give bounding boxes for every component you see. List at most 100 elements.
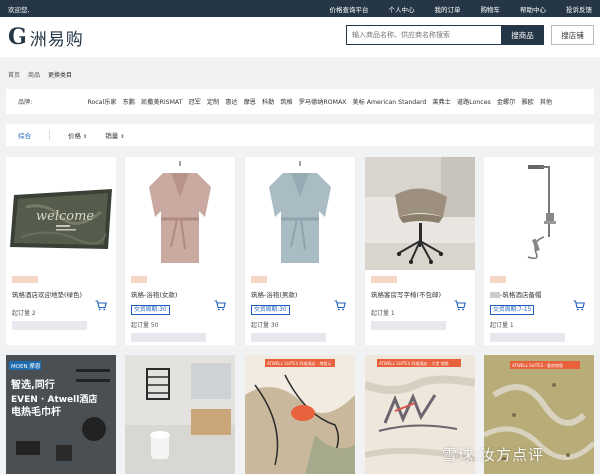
product-info: -筑格酒店备帽 交货周期:7-15 起订量 1 <box>484 270 594 345</box>
product-moq: 起订量 30 <box>251 322 279 329</box>
cart-icon[interactable] <box>95 300 107 311</box>
product-card[interactable]: 筑格-浴袍(男款) 交货周期:30 起订量 30 <box>245 157 355 345</box>
sort-sales-label: 销量 <box>105 132 119 140</box>
brand-option[interactable]: 东鹏 <box>123 97 135 106</box>
product-card[interactable]: MOEN 摩恩 智选,同行 EVEN · Atwell酒店 电热毛巾杆 <box>6 355 116 474</box>
search-bar: 搜商品 <box>346 25 544 45</box>
breadcrumb-home[interactable]: 首页 <box>8 70 20 79</box>
link-my-orders[interactable]: 我的订单 <box>435 4 461 14</box>
brand-option[interactable]: 道路Lonces <box>457 97 491 106</box>
bathroom-image <box>125 355 235 474</box>
blurred-tag <box>251 276 267 283</box>
robe-image <box>125 157 235 270</box>
watermark: 雪球:汝方点评 <box>442 446 545 464</box>
product-image[interactable] <box>484 157 594 270</box>
product-card[interactable]: ATWELL SUITES 阿维酒店 · 地毯元 <box>245 355 355 474</box>
product-info: 筑格客房写字椅(不包邮) 起订量 1 <box>365 270 475 345</box>
brand-option[interactable]: 其他 <box>540 97 552 106</box>
link-price-platform[interactable]: 价格查询平台 <box>330 4 369 14</box>
site-logo[interactable]: G 洲易购 <box>8 24 84 50</box>
product-name-text: -筑格酒店备帽 <box>500 291 542 299</box>
sort-price[interactable]: 价格 ⇕ <box>68 130 87 140</box>
brand-option[interactable]: 筑格 <box>280 97 292 106</box>
link-feedback[interactable]: 投诉反馈 <box>566 4 592 14</box>
product-card[interactable]: welcome 筑格酒店欢迎地垫(绿色) 起订量 2 <box>6 157 116 345</box>
product-image[interactable] <box>125 157 235 270</box>
blurred-prefix <box>490 292 500 298</box>
blurred-tag <box>12 276 38 283</box>
product-name[interactable]: 筑格-浴袍(女款) <box>131 289 229 299</box>
cart-icon[interactable] <box>454 300 466 311</box>
brand-option[interactable]: 摩恩 <box>244 97 256 106</box>
breadcrumb-change-category[interactable]: 更换类目 <box>48 70 72 79</box>
carpet-pattern-image: ATWELL SUITES 阿维酒店 · 地毯元 <box>245 355 355 474</box>
top-bar: 欢迎您, 价格查询平台 个人中心 我的订单 购物车 帮助中心 投诉反馈 <box>0 0 600 17</box>
sort-sales[interactable]: 销量 ⇕ <box>105 130 124 140</box>
product-info: 筑格-浴袍(女款) 交货周期:30 起订量 50 <box>125 270 235 345</box>
link-cart[interactable]: 购物车 <box>481 4 501 14</box>
brand-option[interactable]: 罗马德纳ROMAX <box>299 97 347 106</box>
blurred-tag <box>371 276 397 283</box>
brand-filter: 品牌: Rocal乐家 东鹏 凯撒美RISMAT 冠军 定制 惠达 摩恩 科勒 … <box>6 89 594 114</box>
blurred-price <box>490 333 565 342</box>
brand-option[interactable]: 美标 American Standard <box>352 97 426 106</box>
blurred-price <box>131 333 206 342</box>
brand-option[interactable]: 定制 <box>207 97 219 106</box>
sort-comprehensive[interactable]: 综合 <box>18 130 31 140</box>
brand-option[interactable]: 金螺尔 <box>497 97 516 106</box>
cart-icon[interactable] <box>214 300 226 311</box>
moen-banner-image: MOEN 摩恩 智选,同行 EVEN · Atwell酒店 电热毛巾杆 <box>6 355 116 474</box>
robe-image <box>245 157 355 270</box>
blurred-price <box>371 321 446 330</box>
doormat-image: welcome <box>6 157 116 270</box>
sort-bar: 综合 价格 ⇕ 销量 ⇕ <box>6 124 594 146</box>
brand-option[interactable]: 莱弗士 <box>432 97 451 106</box>
header: G 洲易购 搜商品 搜店铺 <box>0 17 600 57</box>
welcome-text: 欢迎您, <box>8 5 30 14</box>
product-card[interactable]: -筑格酒店备帽 交货周期:7-15 起订量 1 <box>484 157 594 345</box>
brand-option[interactable]: 冠军 <box>188 97 200 106</box>
moen-line2: EVEN · Atwell酒店 <box>11 393 97 405</box>
product-card[interactable]: 筑格-浴袍(女款) 交货周期:30 起订量 50 <box>125 157 235 345</box>
search-goods-button[interactable]: 搜商品 <box>501 25 544 45</box>
product-card[interactable]: 筑格客房写字椅(不包邮) 起订量 1 <box>365 157 475 345</box>
product-name[interactable]: 筑格-浴袍(男款) <box>251 289 349 299</box>
brand-option[interactable]: 惠达 <box>225 97 237 106</box>
brand-option[interactable]: 科勒 <box>262 97 274 106</box>
atwell-tag: ATWELL SUITES 阿维酒店 · 地毯元 <box>267 360 331 366</box>
sort-caret-icon: ⇕ <box>120 134 125 140</box>
product-name[interactable]: 筑格客房写字椅(不包邮) <box>371 289 469 299</box>
chair-image <box>365 157 475 270</box>
sort-caret-icon: ⇕ <box>83 134 88 140</box>
shower-image <box>484 157 594 270</box>
blurred-tag <box>131 276 147 283</box>
logo-name: 洲易购 <box>29 29 84 50</box>
product-name[interactable]: 筑格酒店欢迎地垫(绿色) <box>12 289 110 299</box>
product-name[interactable]: -筑格酒店备帽 <box>490 289 588 299</box>
product-image[interactable]: welcome <box>6 157 116 270</box>
cart-icon[interactable] <box>334 300 346 311</box>
product-card[interactable] <box>125 355 235 474</box>
delivery-badge: 交货周期:30 <box>131 305 170 315</box>
product-image[interactable] <box>245 157 355 270</box>
search-store-button[interactable]: 搜店铺 <box>551 25 594 45</box>
breadcrumb-goods[interactable]: 商品 <box>28 70 40 79</box>
delivery-badge: 交货周期:7-15 <box>490 305 535 315</box>
link-personal-center[interactable]: 个人中心 <box>389 4 415 14</box>
brand-option[interactable]: 凯撒美RISMAT <box>141 97 182 106</box>
product-info: 筑格-浴袍(男款) 交货周期:30 起订量 30 <box>245 270 355 345</box>
brand-option[interactable]: Rocal乐家 <box>87 97 116 106</box>
brand-label: 品牌: <box>18 99 33 106</box>
brand-list: Rocal乐家 东鹏 凯撒美RISMAT 冠军 定制 惠达 摩恩 科勒 筑格 罗… <box>87 97 552 106</box>
blurred-price <box>12 321 87 330</box>
moen-line1: 智选,同行 <box>11 378 55 391</box>
product-moq: 起订量 50 <box>131 322 159 329</box>
blurred-tag <box>490 276 506 283</box>
cart-icon[interactable] <box>573 300 585 311</box>
product-image[interactable] <box>365 157 475 270</box>
link-help[interactable]: 帮助中心 <box>520 4 546 14</box>
divider <box>49 130 50 140</box>
search-input[interactable] <box>346 25 501 45</box>
brand-option[interactable]: 雅欧 <box>521 97 533 106</box>
moen-brand: MOEN 摩恩 <box>11 362 41 370</box>
